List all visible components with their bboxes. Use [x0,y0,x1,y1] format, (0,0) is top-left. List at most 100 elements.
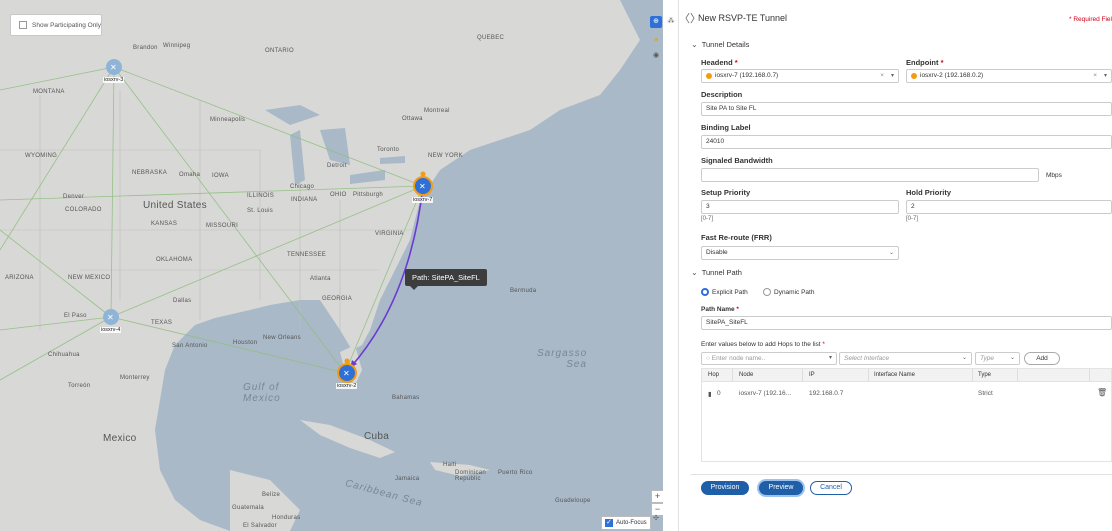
map-label-tennessee: TENNESSEE [287,252,327,258]
map-label-jamaica: Jamaica [395,476,420,482]
layers-icon[interactable]: ≡ [650,35,662,47]
hold-priority-input[interactable]: 2 [906,200,1112,214]
tunnel-path-section[interactable]: ⌄ Tunnel Path [691,268,742,277]
explicit-path-radio[interactable]: Explicit Path [701,288,748,296]
node-name-input[interactable]: ○ Enter node name.. ▾ [701,352,837,365]
endpoint-select[interactable]: iosxrv-2 (192.168.0.2) × ▾ [906,69,1112,83]
frr-select[interactable]: Disable ⌄ [701,246,899,260]
dynamic-path-label: Dynamic Path [774,288,815,296]
description-input[interactable]: Site PA to Site FL [701,102,1112,116]
clear-icon[interactable]: × [1093,70,1097,82]
map-label-missouri: MISSOURI [206,223,239,229]
node-name-placeholder: Enter node name.. [711,355,766,362]
map-label-winnipeg: Winnipeg [163,43,191,49]
node-label: iosxrv-4 [100,327,122,333]
col-node: Node [739,372,754,378]
map-label-bermuda: Bermuda [510,288,537,294]
chevron-down-icon[interactable]: ▾ [829,353,832,364]
map-label-ohio: OHIO [330,192,347,198]
add-hop-button[interactable]: Add [1024,352,1060,365]
path-tooltip: Path: SitePA_SiteFL [405,269,487,290]
tool-strip: ⊕ ⁂ ≡ ◉ ✣ [650,0,679,531]
panel-title: New RSVP-TE Tunnel [698,13,788,23]
dynamic-path-radio[interactable]: Dynamic Path [763,288,814,296]
map-label-kansas: KANSAS [151,221,178,227]
chevron-down-icon[interactable]: ▾ [1104,70,1107,82]
endpoint-label: Endpoint * [906,58,944,67]
map-label-houston: Houston [233,340,258,346]
checkmark-icon[interactable]: ✓ [605,519,613,527]
clear-icon[interactable]: × [880,70,884,82]
bandwidth-input[interactable] [701,168,1039,182]
headend-label-text: Headend [701,58,733,67]
tunnel-details-label: Tunnel Details [701,40,750,49]
explicit-path-label: Explicit Path [712,288,748,296]
map-label-virginia: VIRGINIA [375,231,404,237]
node-iosxrv-3[interactable]: ✕ [106,59,122,75]
row-hop: 0 [717,390,721,397]
map-label-indiana: INDIANA [291,197,318,203]
router-icon [911,73,917,79]
map-label-detroit: Detroit [327,163,347,169]
interface-select[interactable]: Select Interface ⌄ [839,352,972,365]
cancel-button[interactable]: Cancel [810,481,852,495]
hops-label: Enter values below to add Hops to the li… [701,341,825,348]
setup-priority-hint: [0-7] [701,216,714,222]
center-icon[interactable]: ✣ [650,513,662,525]
map-label-st-louis: St. Louis [247,208,274,214]
frr-label: Fast Re-route (FRR) [701,233,772,242]
hold-priority-label: Hold Priority [906,188,952,197]
type-placeholder: Type [980,355,994,362]
radio-icon[interactable] [763,288,771,296]
map-label-gulf: Gulf of Mexico [243,382,281,404]
path-name-input[interactable]: SitePA_SiteFL [701,316,1112,330]
map-label-iowa: IOWA [212,173,229,179]
show-participating-toggle[interactable]: Show Participating Only [10,14,102,36]
zoom-in-button[interactable]: + [651,490,663,503]
preview-button[interactable]: Preview [759,481,803,495]
topology-map[interactable]: ✕ ✕ ✕ ✕ Show Participating Only iosxrv-3… [0,0,663,531]
map-label-sargasso: Sargasso Sea [537,348,588,370]
map-label-nebraska: NEBRASKA [132,170,168,176]
topology-icon[interactable]: ⁂ [665,16,677,28]
auto-focus-label: Auto-Focus [616,520,647,526]
map-label-dallas: Dallas [173,298,192,304]
chevron-down-icon[interactable]: ⌄ [962,353,967,364]
map-label-mexico: Mexico [103,433,137,444]
auto-focus-toggle[interactable]: ✓ Auto-Focus [601,516,651,530]
map-label-georgia: GEORGIA [322,296,353,302]
binding-label-input[interactable]: 24010 [701,135,1112,149]
eye-icon[interactable]: ◉ [650,50,662,62]
map-label-illinois: ILLINOIS [247,193,275,199]
radio-selected-icon[interactable] [701,288,709,296]
map-label-puerto-rico: Puerto Rico [498,470,533,476]
map-label-toronto: Toronto [377,147,400,153]
trash-icon[interactable]: 🗑 [1097,388,1107,397]
map-label-oklahoma: OKLAHOMA [156,257,193,263]
hops-label-text: Enter values below to add Hops to the li… [701,341,821,348]
map-label-torreon: Torreón [68,383,91,389]
chevron-down-icon[interactable]: ⌄ [1010,353,1015,364]
node-label: iosxrv-3 [103,77,125,83]
provision-button[interactable]: Provision [701,481,749,495]
node-iosxrv-4[interactable]: ✕ [103,309,119,325]
checkbox-icon[interactable] [19,21,27,29]
map-label-new-orleans: New Orleans [263,335,301,341]
map-label-bahamas: Bahamas [392,395,420,401]
bandwidth-label: Signaled Bandwidth [701,156,773,165]
globe-icon[interactable]: ⊕ [650,16,662,28]
col-interface: Interface Name [874,372,916,378]
row-node: iosxrv-7 (192.16... [739,390,792,397]
endpoint-value: iosxrv-2 (192.168.0.2) [920,72,984,79]
tunnel-details-section[interactable]: ⌄ Tunnel Details [691,40,749,49]
svg-text:✕: ✕ [110,63,117,72]
drag-handle-icon[interactable]: ▮ [708,390,712,398]
map-label-texas: TEXAS [151,320,173,326]
headend-select[interactable]: iosxrv-7 (192.168.0.7) × ▾ [701,69,899,83]
setup-priority-input[interactable]: 3 [701,200,899,214]
map-label-arizona: ARIZONA [5,275,34,281]
type-select[interactable]: Type ⌄ [975,352,1020,365]
chevron-down-icon[interactable]: ▾ [891,70,894,82]
tunnel-path-label: Tunnel Path [701,268,742,277]
chevron-down-icon[interactable]: ⌄ [889,247,894,259]
